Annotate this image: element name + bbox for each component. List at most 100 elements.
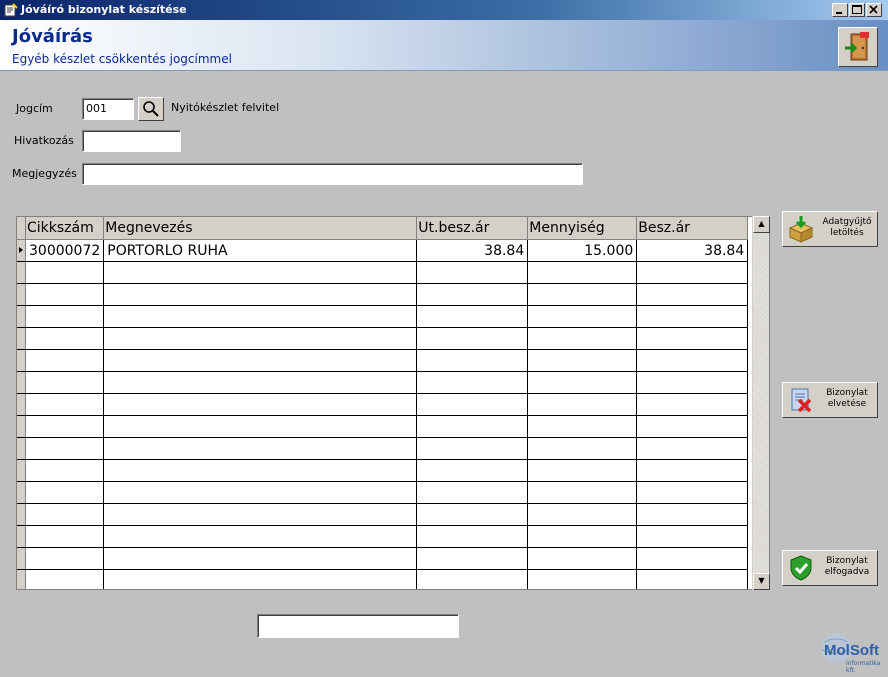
- table-row[interactable]: [17, 437, 749, 460]
- grid-vertical-scrollbar[interactable]: ▲ ▼: [752, 216, 770, 590]
- cell-megnevezes[interactable]: [103, 283, 418, 306]
- cell-mennyiseg[interactable]: [527, 393, 638, 416]
- cell-besz-ar[interactable]: [636, 283, 749, 306]
- cell-megnevezes[interactable]: [103, 437, 418, 460]
- cell-ut-besz-ar[interactable]: [416, 305, 529, 328]
- cell-ut-besz-ar[interactable]: [416, 261, 529, 284]
- close-button[interactable]: [866, 3, 882, 17]
- scroll-down-button[interactable]: ▼: [753, 573, 770, 590]
- cell-besz-ar[interactable]: [636, 305, 749, 328]
- cell-mennyiseg[interactable]: [527, 283, 638, 306]
- table-row[interactable]: [17, 525, 749, 548]
- table-row[interactable]: [17, 393, 749, 416]
- cell-cikkszam[interactable]: [25, 415, 105, 438]
- cell-mennyiseg[interactable]: [527, 459, 638, 482]
- cell-megnevezes[interactable]: [103, 459, 418, 482]
- cell-besz-ar[interactable]: [636, 415, 749, 438]
- cell-mennyiseg[interactable]: [527, 371, 638, 394]
- cell-cikkszam[interactable]: [25, 569, 105, 589]
- col-mennyiseg[interactable]: Mennyiség: [527, 217, 638, 240]
- jogcim-search-button[interactable]: [138, 97, 164, 121]
- cell-ut-besz-ar[interactable]: [416, 547, 529, 570]
- cell-mennyiseg[interactable]: [527, 349, 638, 372]
- cell-besz-ar[interactable]: [636, 327, 749, 350]
- scroll-up-button[interactable]: ▲: [753, 216, 770, 233]
- cell-besz-ar[interactable]: [636, 371, 749, 394]
- table-row[interactable]: [17, 481, 749, 504]
- download-button[interactable]: Adatgyűjtő letöltés: [782, 211, 878, 247]
- cell-ut-besz-ar[interactable]: [416, 327, 529, 350]
- hivatkozas-input[interactable]: [82, 130, 181, 152]
- table-row[interactable]: [17, 283, 749, 306]
- cell-besz-ar[interactable]: [636, 481, 749, 504]
- cell-cikkszam[interactable]: [25, 437, 105, 460]
- cell-mennyiseg[interactable]: [527, 481, 638, 504]
- cell-megnevezes[interactable]: [103, 261, 418, 284]
- cell-besz-ar[interactable]: [636, 459, 749, 482]
- cell-besz-ar[interactable]: [636, 393, 749, 416]
- cell-cikkszam[interactable]: [25, 547, 105, 570]
- cell-cikkszam[interactable]: [25, 283, 105, 306]
- cell-cikkszam[interactable]: [25, 503, 105, 526]
- cell-megnevezes[interactable]: [103, 327, 418, 350]
- cell-mennyiseg[interactable]: [527, 547, 638, 570]
- cell-megnevezes[interactable]: [103, 371, 418, 394]
- cell-mennyiseg[interactable]: [527, 525, 638, 548]
- cell-megnevezes[interactable]: [103, 481, 418, 504]
- cell-ut-besz-ar[interactable]: [416, 481, 529, 504]
- table-row[interactable]: [17, 503, 749, 526]
- table-row[interactable]: [17, 305, 749, 328]
- cell-mennyiseg[interactable]: [527, 327, 638, 350]
- cell-ut-besz-ar[interactable]: [416, 349, 529, 372]
- cell-megnevezes[interactable]: [103, 393, 418, 416]
- cell-ut-besz-ar[interactable]: [416, 569, 529, 589]
- cell-megnevezes[interactable]: [103, 349, 418, 372]
- cell-ut-besz-ar[interactable]: [416, 437, 529, 460]
- table-row[interactable]: [17, 349, 749, 372]
- cell-mennyiseg[interactable]: 15.000: [527, 239, 638, 262]
- cell-besz-ar[interactable]: [636, 547, 749, 570]
- cell-mennyiseg[interactable]: [527, 503, 638, 526]
- jogcim-input[interactable]: 001: [82, 98, 134, 120]
- cell-cikkszam[interactable]: [25, 393, 105, 416]
- cell-megnevezes[interactable]: [103, 569, 418, 589]
- cell-cikkszam[interactable]: [25, 459, 105, 482]
- table-row[interactable]: [17, 459, 749, 482]
- table-row[interactable]: [17, 261, 749, 284]
- table-row[interactable]: [17, 569, 749, 589]
- cell-megnevezes[interactable]: PORTORLO RUHA: [103, 239, 418, 262]
- cell-mennyiseg[interactable]: [527, 569, 638, 589]
- cell-ut-besz-ar[interactable]: [416, 393, 529, 416]
- cell-cikkszam[interactable]: [25, 525, 105, 548]
- cell-mennyiseg[interactable]: [527, 415, 638, 438]
- accept-button[interactable]: Bizonylat elfogadva: [782, 550, 878, 586]
- cell-megnevezes[interactable]: [103, 525, 418, 548]
- col-cikkszam[interactable]: Cikkszám: [25, 217, 105, 240]
- cell-besz-ar[interactable]: [636, 569, 749, 589]
- table-row[interactable]: 30000072 PORTORLO RUHA 38.84 15.000 38.8…: [17, 239, 749, 262]
- cell-cikkszam[interactable]: [25, 371, 105, 394]
- reject-button[interactable]: Bizonylat elvetése: [782, 382, 878, 418]
- megjegyzes-input[interactable]: [82, 163, 583, 185]
- cell-ut-besz-ar[interactable]: [416, 371, 529, 394]
- cell-megnevezes[interactable]: [103, 503, 418, 526]
- cell-mennyiseg[interactable]: [527, 437, 638, 460]
- cell-besz-ar[interactable]: [636, 437, 749, 460]
- cell-cikkszam[interactable]: 30000072: [25, 239, 105, 262]
- cell-besz-ar[interactable]: 38.84: [636, 239, 749, 262]
- cell-cikkszam[interactable]: [25, 305, 105, 328]
- cell-megnevezes[interactable]: [103, 415, 418, 438]
- table-row[interactable]: [17, 415, 749, 438]
- cell-ut-besz-ar[interactable]: [416, 503, 529, 526]
- status-input[interactable]: [257, 614, 459, 638]
- cell-ut-besz-ar[interactable]: [416, 459, 529, 482]
- cell-mennyiseg[interactable]: [527, 305, 638, 328]
- col-megnevezes[interactable]: Megnevezés: [103, 217, 418, 240]
- cell-besz-ar[interactable]: [636, 503, 749, 526]
- cell-cikkszam[interactable]: [25, 349, 105, 372]
- col-ut-besz-ar[interactable]: Ut.besz.ár: [416, 217, 529, 240]
- cell-besz-ar[interactable]: [636, 261, 749, 284]
- items-grid[interactable]: Cikkszám Megnevezés Ut.besz.ár Mennyiség…: [16, 216, 770, 590]
- cell-megnevezes[interactable]: [103, 305, 418, 328]
- cell-cikkszam[interactable]: [25, 327, 105, 350]
